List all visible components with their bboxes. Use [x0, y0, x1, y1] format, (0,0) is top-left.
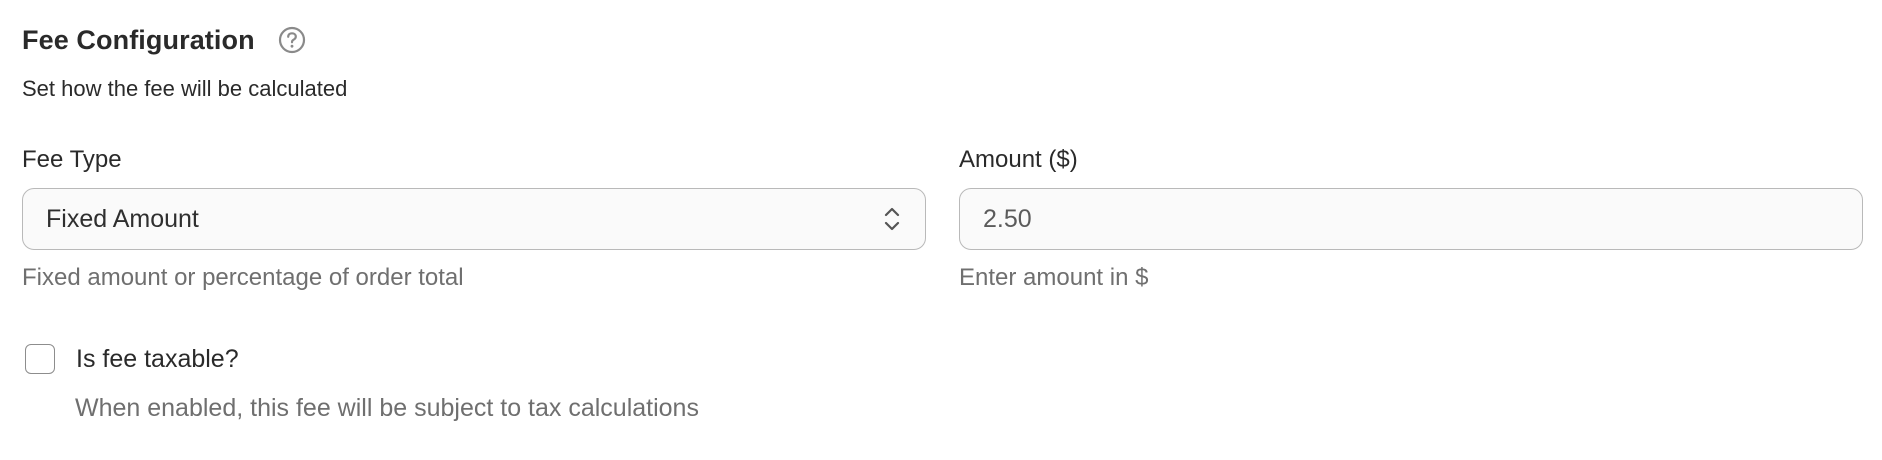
fee-type-selected-value: Fixed Amount [46, 204, 199, 233]
help-circle-icon[interactable] [277, 25, 307, 55]
section-header: Fee Configuration [22, 20, 307, 60]
amount-field: Amount ($) 2.50 Enter amount in $ [959, 144, 1863, 292]
amount-input-value: 2.50 [983, 204, 1032, 233]
fee-configuration-section: Fee Configuration Set how the fee will b… [22, 0, 1863, 460]
section-title: Fee Configuration [22, 24, 255, 55]
amount-input[interactable]: 2.50 [959, 188, 1863, 250]
taxable-checkbox-row: Is fee taxable? [25, 344, 239, 374]
chevron-up-down-icon [881, 204, 903, 234]
fee-type-label: Fee Type [22, 146, 122, 173]
taxable-hint: When enabled, this fee will be subject t… [75, 394, 699, 422]
section-subtitle: Set how the fee will be calculated [22, 76, 348, 101]
amount-label: Amount ($) [959, 146, 1078, 173]
taxable-checkbox[interactable] [25, 344, 55, 374]
fee-type-hint: Fixed amount or percentage of order tota… [22, 264, 464, 291]
taxable-checkbox-label[interactable]: Is fee taxable? [76, 345, 239, 374]
fee-type-field: Fee Type Fixed Amount Fixed amount or pe… [22, 144, 926, 292]
fee-type-select[interactable]: Fixed Amount [22, 188, 926, 250]
amount-hint: Enter amount in $ [959, 264, 1149, 291]
